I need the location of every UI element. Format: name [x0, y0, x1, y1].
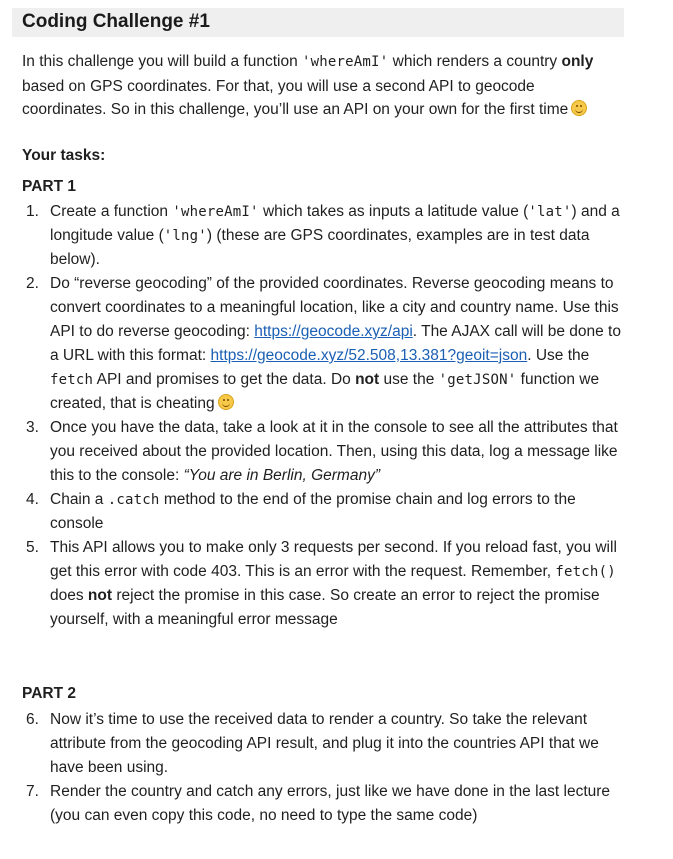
intro-text: which renders a country — [388, 53, 562, 70]
inline-code: 'lng' — [163, 228, 207, 244]
bold-text: not — [87, 587, 113, 604]
item-number: 4. — [26, 491, 39, 508]
item-number: 7. — [26, 783, 39, 800]
inline-code: fetch — [50, 372, 94, 388]
italic-text: “You are in Berlin, Germany” — [183, 467, 380, 484]
bold-text: only — [561, 53, 594, 70]
item-text: Create a function — [50, 203, 173, 220]
list-item: 5. This API allows you to make only 3 re… — [22, 536, 622, 632]
inline-code: 'getJSON' — [438, 372, 517, 388]
geocode-api-link[interactable]: https://geocode.xyz/api — [254, 323, 413, 340]
item-text: Render the country and catch any errors,… — [50, 783, 611, 824]
grinning-face-icon — [571, 100, 588, 116]
part2-list: 6. Now it’s time to use the received dat… — [22, 708, 622, 828]
item-number: 1. — [26, 203, 39, 220]
item-number: 2. — [26, 275, 39, 292]
item-number: 3. — [26, 419, 39, 436]
part2-heading: PART 2 — [22, 685, 76, 702]
winking-face-icon — [217, 394, 234, 410]
tasks-heading: Your tasks: — [22, 147, 106, 164]
intro-paragraph: In this challenge you will build a funct… — [22, 50, 622, 122]
intro-text: In this challenge you will build a funct… — [22, 53, 303, 70]
title-bar: Coding Challenge #1 — [12, 8, 624, 37]
list-item: 3. Once you have the data, take a look a… — [22, 416, 622, 488]
page-title: Coding Challenge #1 — [22, 11, 210, 32]
inline-code: fetch() — [555, 564, 616, 580]
list-item: 4. Chain a .catch method to the end of t… — [22, 488, 622, 536]
item-text: . Use the — [527, 347, 590, 364]
item-number: 5. — [26, 539, 39, 556]
item-number: 6. — [26, 711, 39, 728]
item-text: use the — [379, 371, 439, 388]
intro-text: based on GPS coordinates. For that, you … — [22, 77, 569, 119]
item-text: API and promises to get the data. Do — [93, 371, 356, 388]
item-text: This API allows you to make only 3 reque… — [50, 539, 617, 580]
item-text: Chain a — [50, 491, 108, 508]
part1-heading: PART 1 — [22, 178, 76, 195]
item-text: reject the promise in this case. So crea… — [50, 587, 600, 628]
item-text: does — [50, 587, 88, 604]
bold-text: not — [355, 371, 380, 388]
inline-code: 'whereAmI' — [302, 54, 389, 70]
part1-list: 1. Create a function 'whereAmI' which ta… — [22, 200, 622, 632]
list-item: 2. Do “reverse geocoding” of the provide… — [22, 272, 622, 416]
geocode-example-link[interactable]: https://geocode.xyz/52.508,13.381?geoit=… — [211, 347, 528, 364]
list-item: 6. Now it’s time to use the received dat… — [22, 708, 622, 780]
inline-code: 'whereAmI' — [172, 204, 259, 220]
inline-code: .catch — [107, 492, 160, 508]
inline-code: 'lat' — [528, 204, 572, 220]
item-text: which takes as inputs a latitude value ( — [258, 203, 529, 220]
item-text: Now it’s time to use the received data t… — [50, 711, 599, 776]
list-item: 1. Create a function 'whereAmI' which ta… — [22, 200, 622, 272]
list-item: 7. Render the country and catch any erro… — [22, 780, 622, 828]
